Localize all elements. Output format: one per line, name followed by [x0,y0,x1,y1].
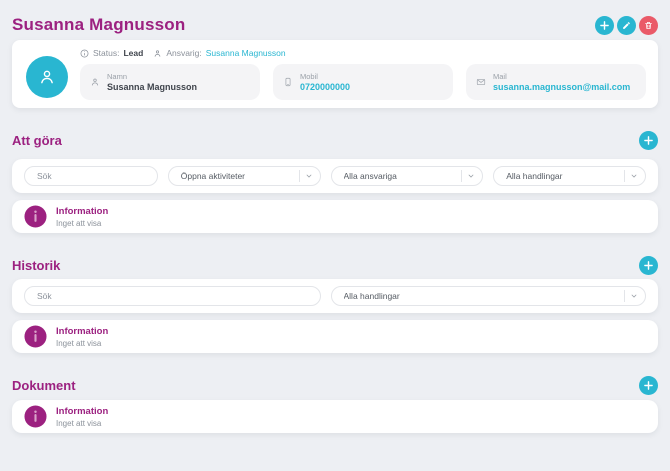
information-icon [24,405,47,428]
status-row: Status: Lead Ansvarig: Susanna Magnusson [80,48,646,58]
todo-search [24,166,158,186]
add-todo-button[interactable] [639,130,658,150]
divider [461,170,463,182]
field-label: Namn [107,71,128,81]
documents-empty-card: Information Inget att visa [12,400,658,433]
contact-body: Status: Lead Ansvarig: Susanna Magnusson… [80,46,646,100]
pencil-icon [622,21,631,30]
field-label: Mobil [300,71,318,81]
information-icon [24,325,47,348]
header: Susanna Magnusson [12,0,658,40]
section-title-historik: Historik [12,257,61,273]
history-filter-bar: Alla handlingar [12,279,658,313]
plus-icon [644,135,653,145]
field-namn: Namn Susanna Magnusson [80,64,260,100]
section-head-todo: Att göra [12,130,658,150]
mail-icon [476,77,486,87]
status-value: Lead [123,48,144,58]
history-filter-actions[interactable]: Alla handlingar [330,286,646,306]
history-search [24,286,321,306]
empty-state-title: Information [56,205,109,217]
todo-filter-actions[interactable]: Alla handlingar [493,166,646,186]
header-actions [595,15,658,35]
section-title-dokument: Dokument [12,377,76,393]
add-history-button[interactable] [639,255,658,275]
section-head-history: Historik [12,255,658,275]
info-icon [80,49,89,58]
chevron-down-icon [630,292,638,300]
plus-icon [644,260,653,270]
avatar [26,56,68,98]
dropdown-value: Alla ansvariga [343,171,397,181]
chevron-down-icon [305,172,313,180]
history-empty-card: Information Inget att visa [12,320,658,353]
chevron-down-icon [467,172,475,180]
divider [298,170,300,182]
todo-empty-card: Information Inget att visa [12,200,658,233]
information-icon [24,205,47,228]
owner-link[interactable]: Susanna Magnusson [206,48,286,58]
dropdown-value: Alla handlingar [343,291,400,301]
divider [624,290,625,302]
section-head-documents: Dokument [12,375,658,395]
owner-label: Ansvarig: [166,48,202,58]
add-document-button[interactable] [639,375,658,395]
contact-fields: Namn Susanna Magnusson Mobil 0720000000 [80,64,646,100]
chevron-down-icon [630,172,638,180]
add-button[interactable] [595,15,614,35]
contact-card: Status: Lead Ansvarig: Susanna Magnusson… [12,40,658,108]
empty-state-message: Inget att visa [56,218,102,228]
empty-state-message: Inget att visa [56,338,102,348]
empty-state-message: Inget att visa [56,418,102,428]
field-value: Susanna Magnusson [107,82,198,93]
divider [624,170,625,182]
person-icon [37,67,57,87]
page: Susanna Magnusson Status: Lead Ansvarig:… [0,0,670,471]
delete-button[interactable] [639,15,658,35]
dropdown-value: Alla handlingar [506,171,563,181]
field-mail: Mail susanna.magnusson@mail.com [466,64,646,100]
plus-icon [644,380,653,390]
status-label: Status: [93,48,120,58]
person-icon [90,77,100,87]
plus-icon [600,20,609,30]
todo-filter-bar: Öppna aktiviteter Alla ansvariga Alla ha… [12,159,658,193]
trash-icon [644,21,653,30]
phone-icon [283,77,293,87]
dropdown-value: Öppna aktiviteter [180,171,246,181]
todo-filter-owners[interactable]: Alla ansvariga [330,166,484,186]
empty-state-title: Information [56,325,109,337]
todo-search-input[interactable] [25,171,157,181]
section-title-att-gora: Att göra [12,132,62,148]
page-title: Susanna Magnusson [12,15,186,34]
phone-link[interactable]: 0720000000 [300,82,350,92]
empty-state-title: Information [56,405,109,417]
email-link[interactable]: susanna.magnusson@mail.com [493,82,630,92]
field-mobil: Mobil 0720000000 [273,64,453,100]
edit-button[interactable] [617,15,636,35]
field-label: Mail [493,71,507,81]
history-search-input[interactable] [25,291,320,301]
person-icon [153,49,162,58]
todo-filter-activities[interactable]: Öppna aktiviteter [167,166,321,186]
